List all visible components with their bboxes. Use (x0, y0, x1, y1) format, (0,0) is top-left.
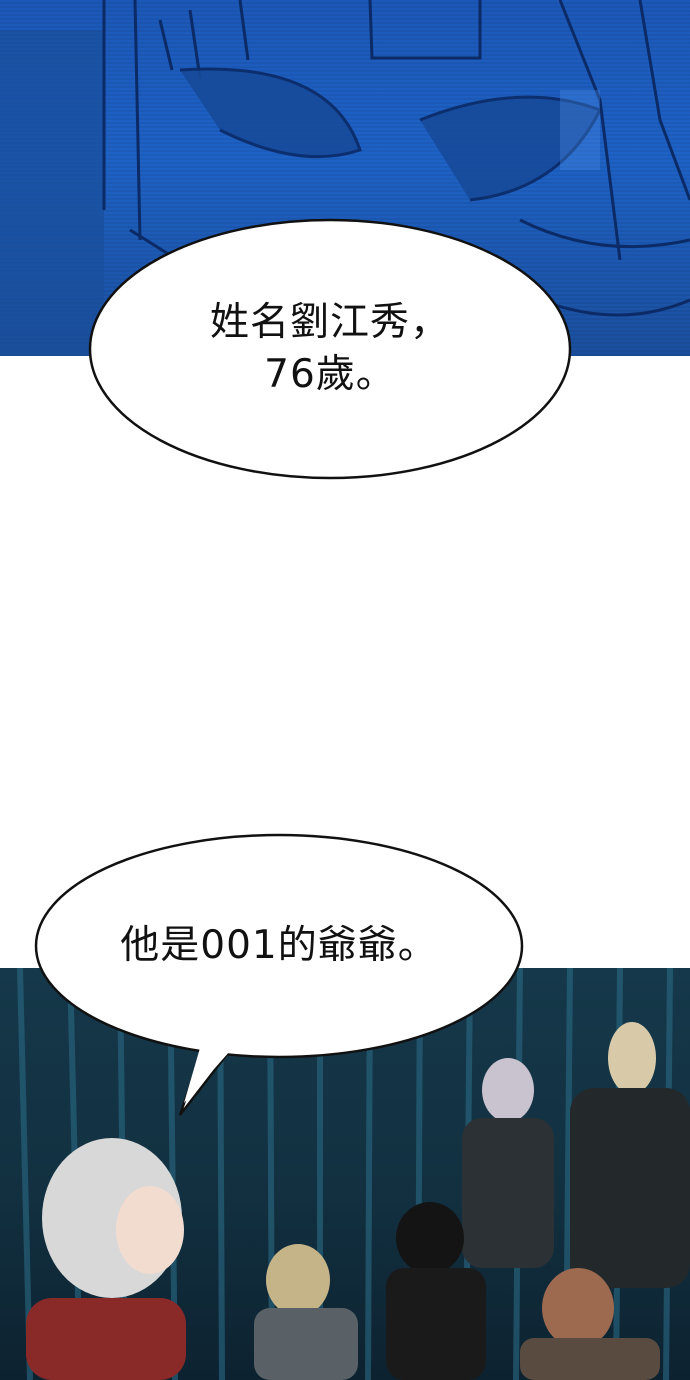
dialogue-text: 他是001的爺爺。 (120, 923, 438, 968)
speech-bubble-name-age: 姓名劉江秀， 76歲。 (88, 218, 572, 480)
speech-bubble-grandfather: 他是001的爺爺。 (34, 833, 524, 1116)
dialogue-text: 姓名劉江秀， 76歲。 (209, 300, 450, 397)
